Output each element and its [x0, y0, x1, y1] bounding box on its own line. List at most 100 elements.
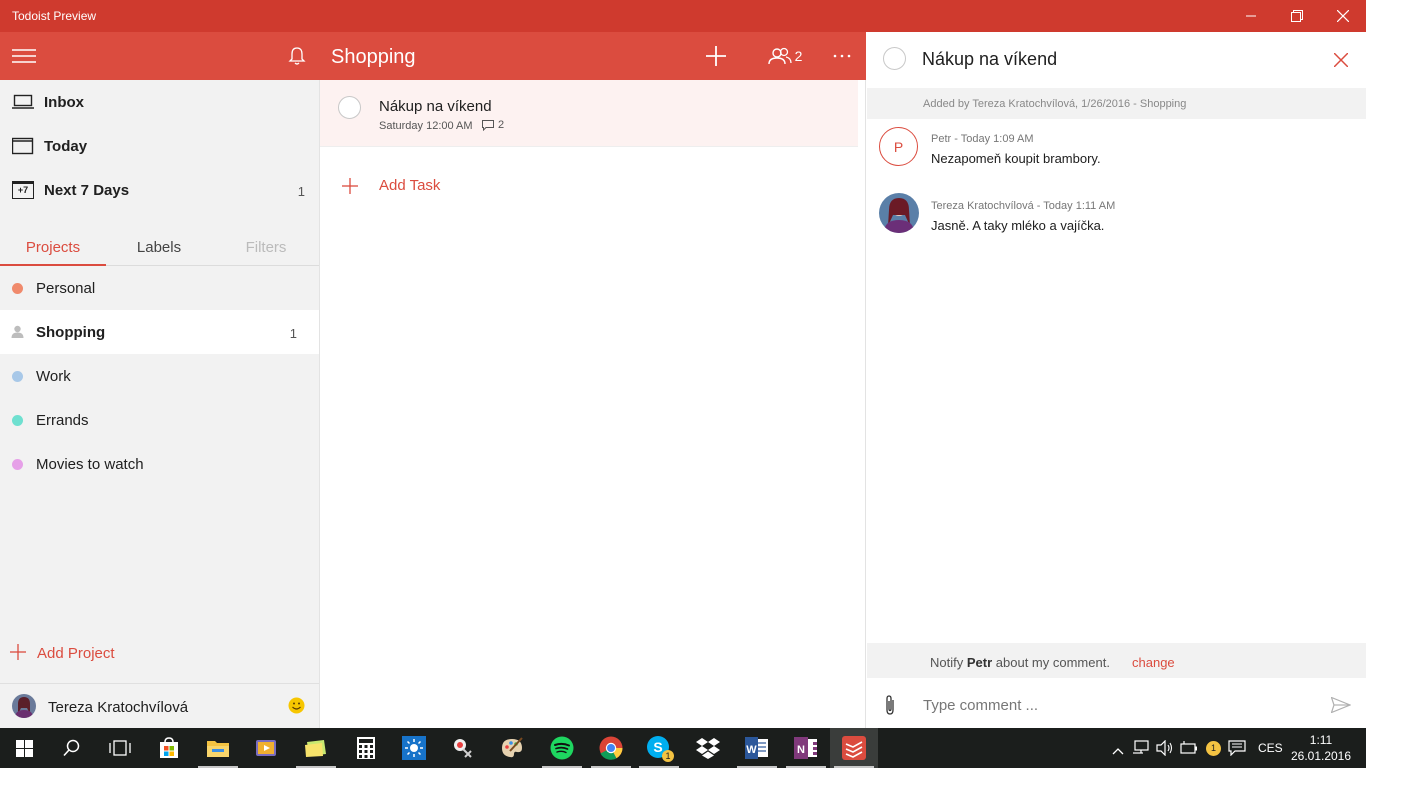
taskbar-weather[interactable] [390, 728, 438, 768]
plus-icon [342, 178, 358, 199]
volume-icon[interactable] [1156, 739, 1174, 761]
project-work[interactable]: Work [0, 354, 319, 398]
send-icon [1330, 696, 1352, 714]
onenote-icon: N [794, 737, 817, 759]
dropbox-icon [696, 738, 720, 759]
taskbar-onenote[interactable]: N [782, 728, 830, 768]
project-shopping[interactable]: Shopping 1 [0, 310, 319, 354]
window-titlebar: Todoist Preview [0, 0, 1366, 32]
task-view-button[interactable] [96, 728, 144, 768]
network-icon[interactable] [1133, 740, 1151, 761]
add-task-button[interactable]: Add Task [340, 175, 540, 195]
taskbar-store[interactable] [145, 728, 193, 768]
comment-item: P Petr - Today 1:09 AM Nezapomeň koupit … [867, 127, 1366, 193]
word-icon: W [745, 737, 768, 759]
task-complete-checkbox[interactable] [338, 96, 361, 119]
share-project-button[interactable]: 2 [764, 32, 806, 80]
nav-today[interactable]: Today [0, 124, 319, 168]
minimize-button[interactable] [1228, 0, 1274, 32]
folder-icon [207, 741, 229, 757]
battery-icon[interactable] [1180, 740, 1198, 761]
user-bar[interactable]: Tereza Kratochvílová [0, 683, 319, 728]
restore-button[interactable] [1274, 0, 1320, 32]
sticky-notes-icon [305, 740, 326, 757]
task-list: Nákup na víkend Saturday 12:00 AM 2 Add … [320, 80, 866, 728]
add-task-label: Add Task [379, 177, 441, 194]
screen-margin [1366, 0, 1422, 768]
taskbar-spotify[interactable] [538, 728, 586, 768]
project-personal[interactable]: Personal [0, 266, 319, 310]
hamburger-menu-button[interactable] [0, 32, 48, 80]
notify-text: Notify Petr about my comment. [930, 655, 1110, 670]
notify-change-link[interactable]: change [1132, 655, 1175, 670]
taskbar-file-explorer[interactable] [194, 728, 242, 768]
todoist-icon [842, 736, 866, 760]
taskbar-todoist[interactable] [830, 728, 878, 768]
nav-inbox[interactable]: Inbox [0, 80, 319, 124]
avatar [879, 193, 919, 233]
sidebar-tabs: Projects Labels Filters [0, 224, 319, 266]
more-icon [833, 54, 851, 58]
bell-icon [288, 47, 306, 65]
tab-projects[interactable]: Projects [0, 224, 106, 266]
taskbar-paint[interactable] [488, 728, 536, 768]
detail-header: Nákup na víkend [867, 32, 1366, 88]
tab-filters[interactable]: Filters [213, 224, 319, 266]
taskbar-clock[interactable]: 1:11 26.01.2016 [1286, 732, 1356, 764]
tab-labels[interactable]: Labels [106, 224, 212, 266]
video-icon [256, 740, 276, 756]
nav-label: Next 7 Days [44, 182, 130, 199]
clock-time: 1:11 [1309, 733, 1333, 747]
taskbar-word[interactable]: W [733, 728, 781, 768]
tray-badge-icon[interactable]: 1 [1206, 741, 1221, 756]
detail-complete-checkbox[interactable] [883, 47, 906, 70]
close-detail-button[interactable] [1333, 52, 1349, 72]
taskbar-media-player[interactable] [242, 728, 290, 768]
nav-next-7-days[interactable]: +7 Next 7 Days 1 [0, 168, 319, 212]
windows-icon [15, 739, 33, 757]
send-button[interactable] [1330, 696, 1352, 718]
search-icon [63, 739, 80, 757]
add-project-button[interactable]: Add Project [0, 640, 319, 668]
notify-bar: Notify Petr about my comment. change [867, 643, 1366, 678]
taskbar-skype[interactable]: S 1 [635, 728, 683, 768]
more-options-button[interactable] [826, 32, 858, 80]
input-language-indicator[interactable]: CES [1258, 741, 1283, 755]
comment-input[interactable] [923, 694, 1313, 716]
next-7-days-icon: +7 [12, 181, 34, 199]
project-count: 1 [289, 326, 297, 341]
plus-icon [706, 46, 726, 66]
show-hidden-icons-button[interactable] [1112, 742, 1124, 760]
attachment-button[interactable] [884, 695, 896, 720]
task-detail-panel: Nákup na víkend Added by Tereza Kratochv… [867, 32, 1366, 728]
hamburger-icon [12, 49, 36, 63]
project-color-dot [12, 459, 23, 470]
project-label: Movies to watch [36, 456, 144, 473]
project-errands[interactable]: Errands [0, 398, 319, 442]
start-button[interactable] [0, 728, 48, 768]
system-tray: 1 CES 1:11 26.01.2016 [1106, 728, 1366, 768]
taskbar-dropbox[interactable] [684, 728, 732, 768]
skype-badge: 1 [662, 750, 674, 762]
detail-task-title[interactable]: Nákup na víkend [922, 49, 1057, 70]
search-button[interactable] [48, 728, 96, 768]
comment-meta: Petr - Today 1:09 AM [931, 133, 1034, 145]
project-movies-to-watch[interactable]: Movies to watch [0, 442, 319, 486]
add-task-header-button[interactable] [700, 32, 732, 80]
close-window-button[interactable] [1320, 0, 1366, 32]
taskbar-snipping-tool[interactable] [439, 728, 487, 768]
notifications-button[interactable] [282, 32, 312, 80]
store-icon [160, 737, 178, 758]
taskbar-chrome[interactable] [587, 728, 635, 768]
svg-text:S: S [653, 739, 662, 755]
minimize-icon [1246, 15, 1256, 17]
action-center-icon[interactable] [1228, 740, 1246, 761]
window-title: Todoist Preview [12, 9, 97, 23]
task-row[interactable]: Nákup na víkend Saturday 12:00 AM 2 [320, 80, 858, 147]
app-header: Shopping 2 [0, 32, 866, 80]
screen-margin [0, 768, 1422, 800]
taskbar-calculator[interactable] [342, 728, 390, 768]
taskbar-sticky-notes[interactable] [292, 728, 340, 768]
svg-text:W: W [746, 744, 757, 756]
smiley-icon[interactable] [288, 697, 305, 719]
